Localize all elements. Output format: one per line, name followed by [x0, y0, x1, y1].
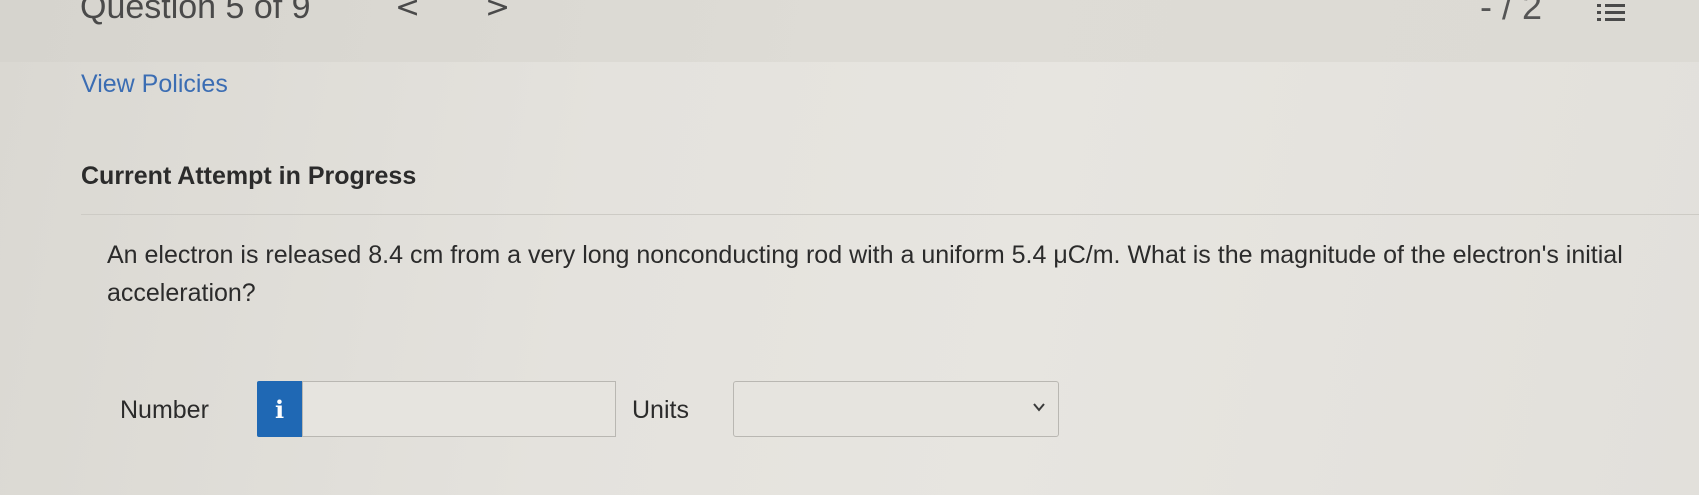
- previous-question-icon[interactable]: <: [395, 0, 420, 25]
- view-policies-link[interactable]: View Policies: [81, 70, 228, 99]
- units-dropdown[interactable]: [733, 381, 1059, 437]
- number-label: Number: [120, 396, 209, 424]
- divider: [81, 214, 1699, 215]
- number-input[interactable]: [302, 381, 616, 437]
- info-icon[interactable]: i: [257, 381, 302, 437]
- score-display: - / 2: [1480, 0, 1543, 27]
- question-counter: Question 5 of 9: [80, 0, 311, 26]
- question-text: An electron is released 8.4 cm from a ve…: [107, 241, 1623, 307]
- units-label: Units: [632, 396, 689, 424]
- next-question-icon[interactable]: >: [485, 0, 510, 25]
- chevron-down-icon: [1033, 403, 1045, 412]
- top-bar: Question 5 of 9 < > - / 2: [0, 0, 1699, 62]
- attempt-heading: Current Attempt in Progress: [81, 162, 417, 190]
- list-icon[interactable]: [1597, 2, 1627, 22]
